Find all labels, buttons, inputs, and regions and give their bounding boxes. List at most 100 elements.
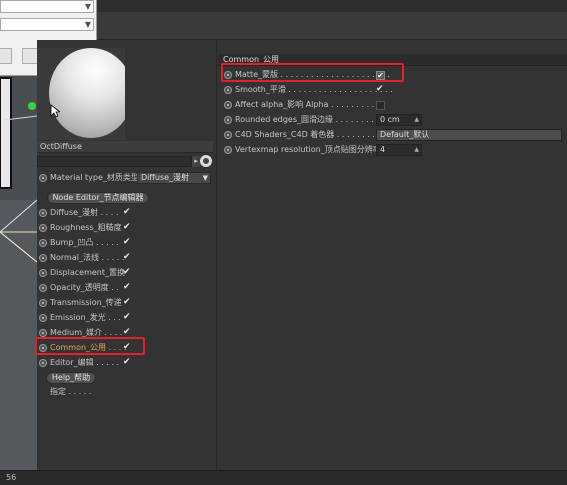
affect-alpha-row[interactable]: Affect alpha_影响 Alpha . . . . . . . . . …	[222, 98, 392, 112]
channel-row[interactable]: Normal_法线 . . . . . ✔	[37, 251, 147, 265]
viewport-green-handle[interactable]	[28, 102, 36, 110]
dialog-combo-1[interactable]: ▼	[0, 0, 94, 13]
c4d-shaders-label: C4D Shaders_C4D 着色器 . . . . . . . . .	[235, 130, 381, 139]
channel-label: Bump_凹凸 . . . . .	[50, 238, 119, 247]
spinner-arrows-icon[interactable]: ▲	[414, 145, 419, 155]
affect-alpha-checkbox[interactable]	[376, 101, 385, 110]
assign-label: 指定 . . . . .	[50, 385, 110, 399]
animation-dot-icon[interactable]	[39, 329, 47, 337]
animation-dot-icon[interactable]	[39, 299, 47, 307]
checkmark-icon[interactable]: ✔	[123, 313, 132, 322]
channel-label: Roughness_粗糙度	[50, 223, 122, 232]
material-preview	[37, 48, 125, 140]
material-ball-icon[interactable]	[200, 155, 212, 167]
channel-label: Normal_法线 . . . . .	[50, 253, 125, 262]
material-type-select[interactable]: Diffuse_漫射 ▼	[137, 172, 211, 184]
channel-label: Opacity_透明度 . .	[50, 283, 119, 292]
dialog-ok-button[interactable]	[0, 48, 12, 64]
animation-dot-icon[interactable]	[39, 174, 47, 182]
animation-dot-icon[interactable]	[224, 86, 232, 94]
channel-row[interactable]: Opacity_透明度 . . ✔	[37, 281, 147, 295]
animation-dot-icon[interactable]	[39, 254, 47, 262]
checkmark-icon[interactable]: ✔	[123, 223, 132, 232]
material-name[interactable]: OctDiffuse	[37, 141, 213, 153]
animation-dot-icon[interactable]	[224, 71, 232, 79]
animation-dot-icon[interactable]	[39, 344, 47, 352]
checkmark-icon[interactable]: ✔	[123, 268, 132, 277]
assign-text: 指定 . . . . .	[50, 387, 92, 396]
matte-row[interactable]: Matte_蒙版 . . . . . . . . . . . . . . . .…	[222, 68, 392, 82]
smooth-row[interactable]: Smooth_平滑 . . . . . . . . . . . . . . . …	[222, 83, 393, 97]
dialog-combo-2[interactable]: ▼	[0, 18, 94, 31]
rounded-edges-row[interactable]: Rounded edges_圆滑边缘 . . . . . . . . 0 cm …	[222, 113, 432, 127]
toolbar-strip	[95, 0, 567, 12]
animation-dot-icon[interactable]	[39, 209, 47, 217]
preview-sphere	[49, 48, 125, 138]
animation-dot-icon[interactable]	[39, 239, 47, 247]
channel-row-common[interactable]: Common_公用 . . . . ✔	[37, 341, 147, 355]
common-panel: Common_公用 Matte_蒙版 . . . . . . . . . . .…	[218, 40, 567, 470]
channel-label-common: Common_公用 . . . .	[50, 343, 127, 352]
vertexmap-row[interactable]: Vertexmap resolution_顶点贴图分辨率 4 ▲	[222, 143, 432, 157]
checkmark-icon[interactable]: ✔	[123, 253, 132, 262]
checkmark-icon[interactable]: ✔	[123, 298, 132, 307]
matte-checkbox[interactable]: ✔	[376, 71, 385, 80]
rounded-edges-value: 0 cm	[380, 115, 400, 124]
checkmark-icon[interactable]: ✔	[123, 238, 132, 247]
checkmark-icon[interactable]: ✔	[123, 328, 132, 337]
frame-number: 56	[6, 473, 17, 482]
material-type-value: Diffuse_漫射	[141, 173, 190, 182]
chevron-down-icon: ▼	[202, 174, 208, 182]
animation-dot-icon[interactable]	[224, 146, 232, 154]
channel-row[interactable]: Transmission_传递 ✔	[37, 296, 147, 310]
affect-alpha-label: Affect alpha_影响 Alpha . . . . . . . . . …	[235, 100, 380, 109]
material-panel: OctDiffuse ▸ Material type_材质类型 Diffuse_…	[35, 40, 217, 470]
c4d-shaders-row[interactable]: C4D Shaders_C4D 着色器 . . . . . . . . . De…	[222, 128, 562, 142]
toolbar-area	[95, 12, 567, 40]
channel-row[interactable]: Roughness_粗糙度 ✔	[37, 221, 147, 235]
animation-dot-icon[interactable]	[224, 131, 232, 139]
matte-label: Matte_蒙版 . . . . . . . . . . . . . . . .…	[235, 70, 390, 79]
animation-dot-icon[interactable]	[39, 359, 47, 367]
channel-row[interactable]: Emission_发光 . . . ✔	[37, 311, 147, 325]
chevron-down-icon: ▼	[84, 20, 91, 29]
status-bar: 56	[0, 470, 567, 485]
viewport-object	[0, 78, 11, 188]
animation-dot-icon[interactable]	[39, 224, 47, 232]
viewport-axis-line	[0, 199, 37, 233]
channel-row[interactable]: Bump_凹凸 . . . . . ✔	[37, 236, 147, 250]
animation-dot-icon[interactable]	[224, 116, 232, 124]
animation-dot-icon[interactable]	[224, 101, 232, 109]
rounded-edges-label: Rounded edges_圆滑边缘 . . . . . . . .	[235, 115, 374, 124]
chevron-down-icon: ▼	[84, 2, 91, 11]
checkmark-icon[interactable]: ✔	[123, 358, 132, 367]
spinner-arrows-icon[interactable]: ▲	[414, 115, 419, 125]
smooth-checkbox[interactable]: ✔	[376, 85, 385, 94]
channel-label: Transmission_传递	[50, 298, 122, 307]
vertexmap-value: 4	[380, 145, 386, 154]
channel-row[interactable]: Editor_编辑 . . . . . ✔	[37, 356, 147, 370]
help-button[interactable]: Help_帮助	[46, 372, 96, 384]
animation-dot-icon[interactable]	[39, 314, 47, 322]
rounded-edges-input[interactable]: 0 cm ▲	[376, 114, 422, 126]
animation-dot-icon[interactable]	[39, 284, 47, 292]
channel-row[interactable]: Diffuse_漫射 . . . . ✔	[37, 206, 147, 220]
c4d-shaders-select[interactable]: Default_默认	[376, 129, 562, 141]
checkmark-icon[interactable]: ✔	[123, 208, 132, 217]
checkmark-icon[interactable]: ✔	[123, 283, 132, 292]
channel-label: Medium_媒介 . . . .	[50, 328, 123, 337]
material-type-row: Material type_材质类型 Diffuse_漫射 ▼	[37, 171, 215, 185]
field-arrow-button[interactable]: ▸	[192, 156, 200, 167]
channel-label: Diffuse_漫射 . . . .	[50, 208, 119, 217]
material-type-label: Material type_材质类型	[50, 173, 139, 182]
channel-row[interactable]: Medium_媒介 . . . . ✔	[37, 326, 147, 340]
checkmark-icon[interactable]: ✔	[123, 343, 132, 352]
smooth-label: Smooth_平滑 . . . . . . . . . . . . . . . …	[235, 85, 393, 94]
vertexmap-input[interactable]: 4 ▲	[376, 144, 422, 156]
channel-label: Emission_发光 . . .	[50, 313, 121, 322]
viewport-axis-line-2	[0, 231, 37, 263]
material-link-field[interactable]	[37, 156, 192, 167]
node-editor-button[interactable]: Node Editor_节点编辑器	[47, 192, 149, 204]
animation-dot-icon[interactable]	[39, 269, 47, 277]
channel-row[interactable]: Displacement_置换 ✔	[37, 266, 147, 280]
